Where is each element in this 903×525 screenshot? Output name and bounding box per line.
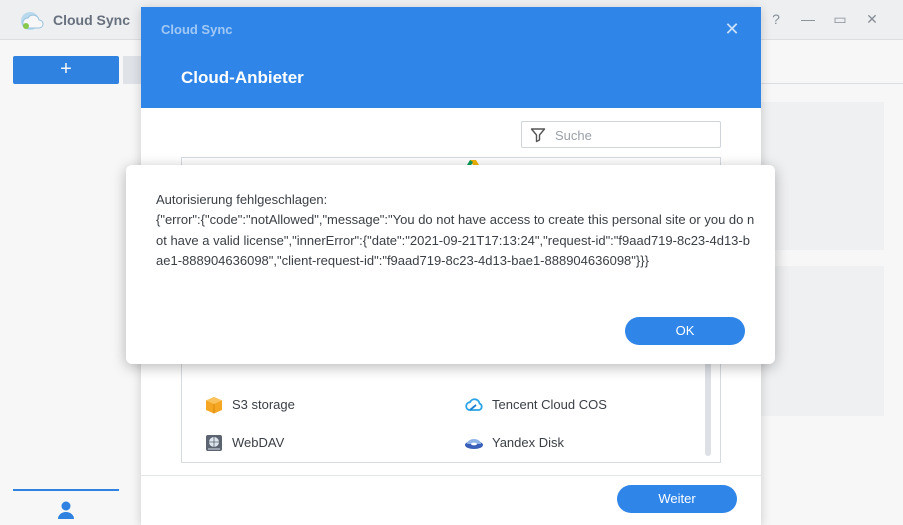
webdav-globe-icon [206, 435, 222, 451]
provider-label: Yandex Disk [492, 435, 565, 450]
list-item[interactable]: Tencent Cloud COS [464, 395, 684, 415]
yandex-disk-icon [465, 439, 483, 449]
next-button[interactable]: Weiter [617, 485, 737, 513]
search-input[interactable] [555, 126, 715, 144]
tencent-cloud-icon [465, 398, 483, 411]
search-box[interactable] [521, 121, 721, 148]
modal-title: Cloud-Anbieter [181, 68, 304, 87]
list-item[interactable]: S3 storage [204, 395, 404, 415]
footer-divider [141, 475, 761, 476]
provider-label: S3 storage [232, 397, 295, 412]
authorization-error-dialog: Autorisierung fehlgeschlagen: {"error":{"… [126, 165, 775, 364]
list-scrollbar[interactable] [705, 358, 711, 456]
modal-app-name: Cloud Sync [161, 22, 233, 37]
filter-icon [530, 128, 546, 143]
close-icon[interactable]: ✕ [724, 20, 740, 38]
provider-label: WebDAV [232, 435, 285, 450]
modal-header: Cloud Sync ✕ Cloud-Anbieter [141, 7, 761, 108]
list-item[interactable]: Yandex Disk [464, 433, 664, 453]
list-item[interactable]: WebDAV [204, 433, 404, 453]
ok-button[interactable]: OK [625, 317, 745, 345]
provider-label: Tencent Cloud COS [492, 397, 607, 412]
s3-box-icon [206, 397, 222, 414]
error-message: Autorisierung fehlgeschlagen: {"error":{"… [156, 192, 755, 268]
